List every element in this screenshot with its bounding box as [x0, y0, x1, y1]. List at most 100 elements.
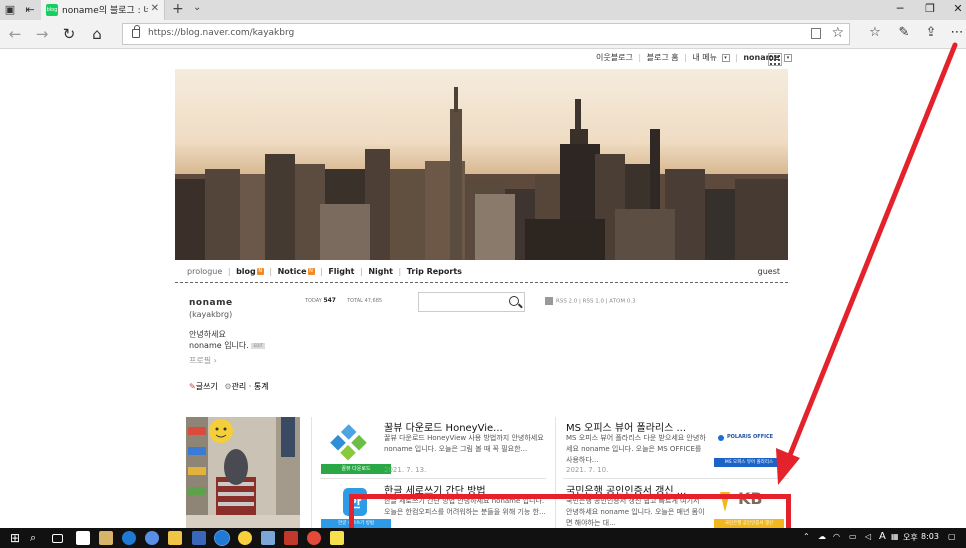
blog-search-input[interactable]	[418, 292, 525, 312]
menu-blog[interactable]: blog	[236, 267, 256, 276]
user-dropdown-icon[interactable]: ▾	[783, 53, 792, 62]
my-menu-link[interactable]: 내 메뉴	[692, 52, 717, 63]
restore-icon[interactable]: ❐	[923, 2, 937, 15]
blog-top-nav: 이웃블로그 | 블로그 홈 | 내 메뉴 ▾ | noname ▾	[596, 52, 792, 68]
tab-blog[interactable]: blog noname의 블로그 : 네이 ✕	[41, 0, 165, 20]
edge-legacy-icon[interactable]	[122, 531, 136, 545]
post-thumbnail-polaris[interactable]: POLARIS OFFICE MS 오피스 뷰어 폴라리스	[714, 422, 784, 474]
my-menu-dropdown-icon[interactable]: ▾	[721, 53, 730, 62]
search-icon[interactable]	[509, 296, 519, 306]
nav-separator: |	[638, 53, 642, 62]
browser-icon[interactable]	[145, 531, 159, 545]
post-title[interactable]: 국민은행 공인인증서 갱신 ...	[566, 482, 686, 497]
search-icon[interactable]: ⌕	[30, 531, 44, 545]
kakaotalk-icon[interactable]	[330, 531, 344, 545]
battery-icon[interactable]: ▭	[849, 532, 857, 541]
featured-photo[interactable]	[186, 417, 300, 528]
windows-taskbar: ⊞ ⌕ ⌃ ☁ ◠ ▭ ◁ A ▦ 오후 8:03 ▢	[0, 528, 966, 548]
store-icon[interactable]	[99, 531, 113, 545]
home-icon[interactable]: ⌂	[88, 25, 106, 43]
menu-notice[interactable]: Notice	[278, 267, 307, 276]
clock-time[interactable]: 8:03	[921, 532, 939, 541]
write-post-link[interactable]: 글쓰기	[196, 382, 218, 391]
menu-trip-reports[interactable]: Trip Reports	[407, 267, 462, 276]
edge-active-icon[interactable]	[214, 530, 230, 546]
post-divider	[311, 417, 312, 528]
windows-start-icon[interactable]: ⊞	[10, 531, 24, 545]
post-divider	[555, 417, 556, 528]
profile-link[interactable]: 프로필 ›	[189, 355, 265, 366]
profile-link-label: 프로필	[189, 356, 212, 365]
tab-manager-icon[interactable]: ▣	[3, 3, 17, 17]
keyboard-icon[interactable]: ▦	[891, 532, 899, 541]
more-menu-icon[interactable]: ⋯	[948, 25, 966, 40]
new-tab-plus-icon[interactable]: +	[172, 1, 184, 17]
clock-ampm[interactable]: 오후	[903, 532, 918, 543]
rss-text[interactable]: RSS 2.0 | RSS 1.0 | ATOM 0.3	[556, 299, 636, 305]
tray-chevron-icon[interactable]: ⌃	[803, 532, 810, 541]
share-icon[interactable]: ⇪	[922, 25, 940, 40]
taskbar-app-icon[interactable]	[76, 531, 90, 545]
post-excerpt[interactable]: 한글 세로쓰기 간단 방법 안녕하세요 noname 입니다. 오늘은 한컴오피…	[384, 496, 551, 518]
admin-stats-link[interactable]: 관리 · 통계	[232, 382, 269, 391]
new-post-badge-icon: N	[307, 268, 315, 275]
polaris-office-logo-icon	[714, 422, 784, 474]
menu-guest[interactable]: guest	[758, 267, 780, 276]
refresh-icon[interactable]: ↻	[60, 25, 78, 43]
minimize-icon[interactable]: ─	[893, 2, 907, 15]
post-divider	[563, 478, 789, 479]
taskbar-app-icon[interactable]	[261, 531, 275, 545]
menu-prologue[interactable]: prologue	[187, 267, 222, 276]
notification-center-icon[interactable]: ▢	[948, 532, 956, 541]
favorite-star-icon[interactable]: ☆	[831, 25, 844, 41]
wifi-icon[interactable]: ◠	[833, 532, 840, 541]
menu-flight[interactable]: Flight	[328, 267, 354, 276]
tab-close-icon[interactable]: ✕	[151, 3, 159, 14]
file-explorer-icon[interactable]	[168, 531, 182, 545]
post-date: 2021. 7. 10.	[566, 466, 609, 474]
browser-tab-bar: ▣ ⇤ blog noname의 블로그 : 네이 ✕ + ⌄ ─ ❐ ✕	[0, 0, 966, 20]
post-thumbnail-honeyview[interactable]: 꿀뷰 다운로드	[321, 422, 391, 474]
back-arrow-icon[interactable]: ←	[6, 25, 24, 43]
ime-indicator[interactable]: A	[879, 531, 886, 542]
pencil-icon: ✎	[189, 382, 196, 391]
rss-links[interactable]: RSS 2.0 | RSS 1.0 | ATOM 0.3	[545, 297, 636, 305]
pen-notes-icon[interactable]: ✎	[895, 25, 913, 40]
post-title[interactable]: 한글 세로쓰기 간단 방법	[384, 482, 486, 497]
tray-app-icon[interactable]: ☁	[818, 532, 826, 541]
thumb-brand: POLARIS OFFICE	[727, 434, 774, 440]
edit-profile-button[interactable]: EDIT	[251, 342, 266, 349]
set-aside-tabs-icon[interactable]: ⇤	[23, 3, 37, 17]
post-title[interactable]: 꿀뷰 다운로드 HoneyVie...	[384, 419, 503, 434]
favorites-bar-icon[interactable]: ☆	[866, 25, 884, 40]
post-excerpt[interactable]: 국민은행 공인인증서 갱신 쉽고 빠르게 여기서 안녕하세요 noname 입니…	[566, 496, 708, 529]
blog-home-link[interactable]: 블로그 홈	[647, 52, 679, 63]
taskbar-app-icon[interactable]	[284, 531, 298, 545]
menu-separator: |	[269, 267, 273, 276]
thumb-caption: 국민은행 공인인증서 갱신	[724, 521, 774, 526]
task-view-icon[interactable]	[52, 534, 63, 543]
menu-night[interactable]: Night	[368, 267, 393, 276]
forward-arrow-icon[interactable]: →	[33, 25, 51, 43]
close-window-icon[interactable]: ✕	[951, 2, 965, 15]
volume-icon[interactable]: ◁	[865, 532, 871, 541]
chrome-icon[interactable]	[307, 531, 321, 545]
tab-list-chevron-down-icon[interactable]: ⌄	[193, 2, 201, 13]
app-grid-icon[interactable]	[768, 53, 782, 66]
taskbar-app-icon[interactable]	[192, 531, 206, 545]
address-bar-row: ← → ↻ ⌂ https://blog.naver.com/kayakbrg …	[0, 20, 966, 49]
nav-separator: |	[735, 53, 738, 62]
neighbor-blog-link[interactable]: 이웃블로그	[596, 52, 633, 63]
menu-separator: |	[398, 267, 402, 276]
taskbar-app-icon[interactable]	[238, 531, 252, 545]
post-excerpt[interactable]: 꿀뷰 다운로드 HoneyView 사용 방법까지 안녕하세요 noname 입…	[384, 433, 551, 455]
thumb-caption: 꿀뷰 다운로드	[341, 466, 371, 472]
reading-view-icon[interactable]	[811, 28, 821, 39]
skyline-illustration	[175, 87, 788, 260]
menu-separator: |	[360, 267, 363, 276]
post-excerpt[interactable]: MS 오피스 뷰어 폴라리스 다운 받으세요 안녕하세요 noname 입니다.…	[566, 433, 708, 466]
post-title[interactable]: MS 오피스 뷰어 폴라리스 ...	[566, 419, 686, 434]
today-label: TODAY	[305, 298, 322, 304]
gear-icon: ⚙	[224, 382, 232, 391]
url-input[interactable]: https://blog.naver.com/kayakbrg ☆	[122, 23, 850, 45]
